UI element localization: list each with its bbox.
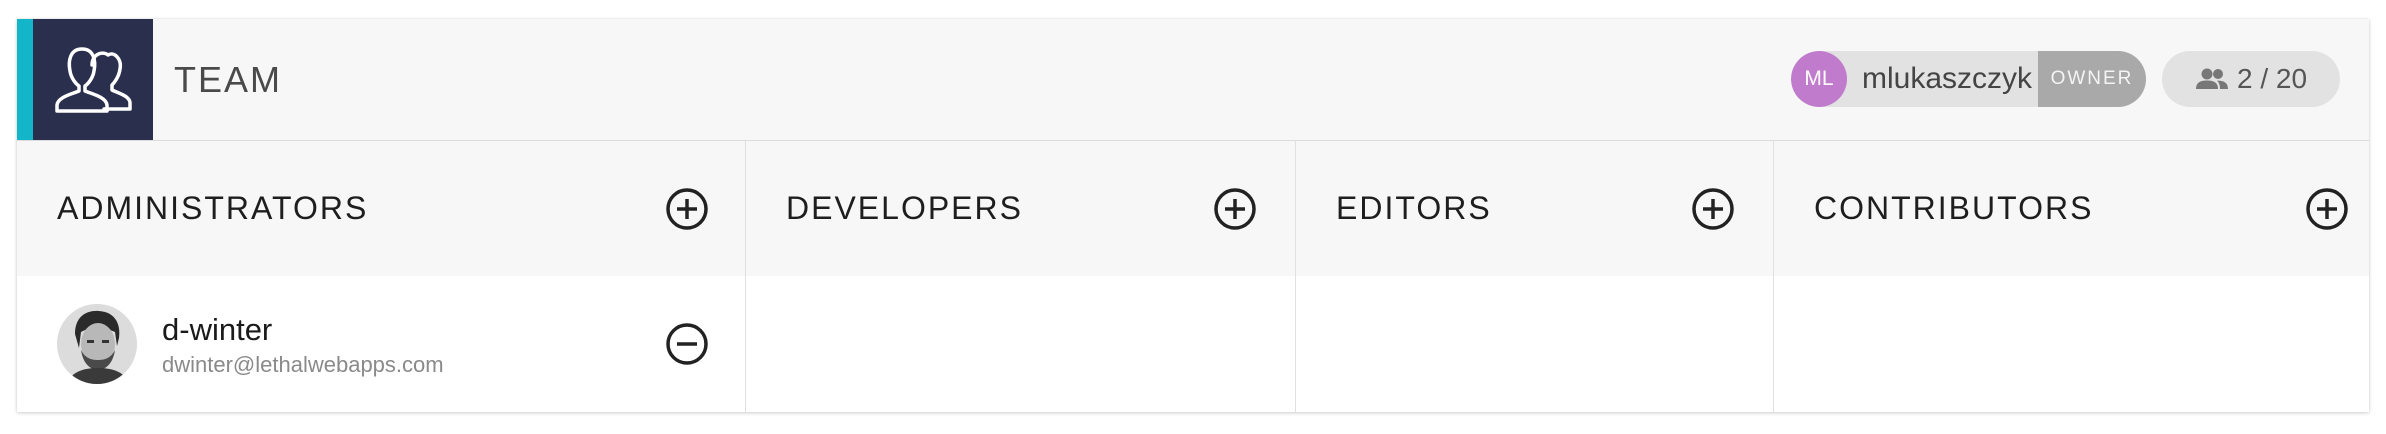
team-card: TEAM ML mlukaszczyk OWNER 2 / 20 ADMINIS… <box>17 19 2369 412</box>
add-contributor-button[interactable] <box>2305 187 2349 231</box>
accent-bar <box>17 19 33 140</box>
role-title: EDITORS <box>1336 190 1492 226</box>
role-header: DEVELOPERS <box>746 141 1295 276</box>
member-avatar <box>57 304 137 384</box>
member-count-chip[interactable]: 2 / 20 <box>2162 51 2340 107</box>
role-title: ADMINISTRATORS <box>57 190 369 226</box>
team-icon <box>33 19 153 140</box>
member-row: d-winter dwinter@lethalwebapps.com <box>17 276 745 412</box>
role-header: EDITORS <box>1296 141 1773 276</box>
role-header: ADMINISTRATORS <box>17 141 745 276</box>
add-circle-icon <box>1214 188 1256 230</box>
add-editor-button[interactable] <box>1691 187 1735 231</box>
role-columns: ADMINISTRATORS d-winter dwinter@lethalwe… <box>17 141 2369 412</box>
role-column-developers: DEVELOPERS <box>746 141 1296 412</box>
member-email: dwinter@lethalwebapps.com <box>162 352 444 377</box>
owner-username: mlukaszczyk <box>1862 62 2033 95</box>
owner-chip[interactable]: ML mlukaszczyk OWNER <box>1791 51 2146 107</box>
add-circle-icon <box>666 188 708 230</box>
remove-circle-icon <box>666 323 708 365</box>
role-column-editors: EDITORS <box>1296 141 1774 412</box>
team-header: TEAM ML mlukaszczyk OWNER 2 / 20 <box>17 19 2369 141</box>
add-developer-button[interactable] <box>1213 187 1257 231</box>
owner-avatar: ML <box>1791 51 1847 107</box>
role-column-contributors: CONTRIBUTORS <box>1774 141 2369 412</box>
add-circle-icon <box>2306 188 2348 230</box>
role-title: CONTRIBUTORS <box>1814 190 2094 226</box>
owner-badge: OWNER <box>2038 51 2146 107</box>
role-title: DEVELOPERS <box>786 190 1023 226</box>
role-header: CONTRIBUTORS <box>1774 141 2369 276</box>
add-administrator-button[interactable] <box>665 187 709 231</box>
people-icon <box>2195 67 2229 91</box>
role-column-administrators: ADMINISTRATORS d-winter dwinter@lethalwe… <box>17 141 746 412</box>
remove-member-button[interactable] <box>665 322 709 366</box>
add-circle-icon <box>1692 188 1734 230</box>
team-title: TEAM <box>174 59 283 100</box>
member-name: d-winter <box>162 312 273 347</box>
member-count: 2 / 20 <box>2236 63 2308 94</box>
